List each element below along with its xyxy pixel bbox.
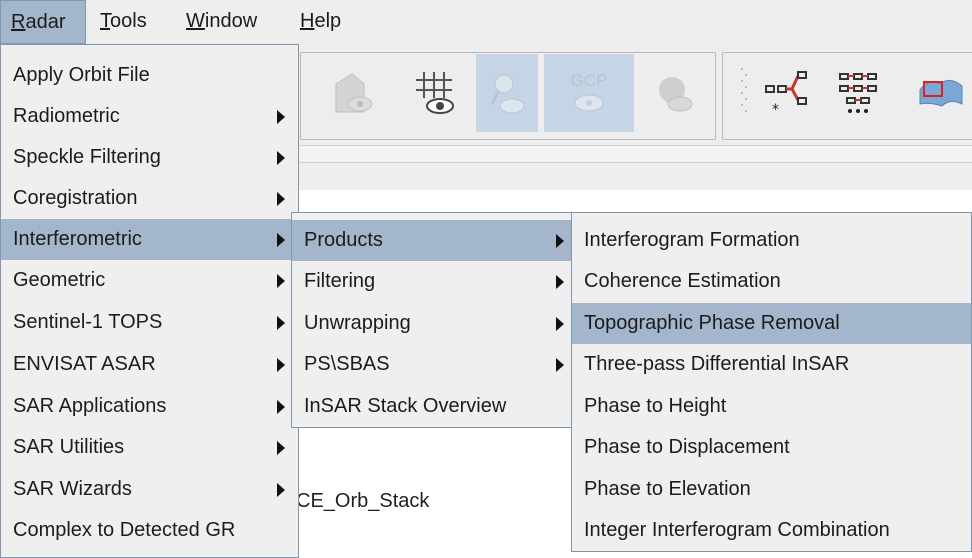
menu-item-integer-interferogram-combination[interactable]: Integer Interferogram Combination [572, 510, 971, 551]
menu-item-label: Phase to Elevation [584, 478, 751, 500]
submenu-arrow-icon [277, 274, 285, 288]
menu-item-label: InSAR Stack Overview [304, 395, 507, 417]
menu-item-label: Geometric [13, 269, 106, 291]
view-disabled-icon[interactable] [324, 54, 386, 132]
world-map-icon[interactable] [910, 54, 972, 132]
pin-eye-icon[interactable] [476, 54, 538, 132]
menu-help-mnemonic: H [300, 10, 315, 32]
menu-item-label: Interferometric [13, 228, 142, 250]
menu-item-topographic-phase-removal[interactable]: Topographic Phase Removal [572, 303, 971, 344]
menu-item-interferometric[interactable]: Interferometric [1, 219, 298, 260]
menu-item-speckle-filtering[interactable]: Speckle Filtering [1, 137, 298, 178]
menu-item-phase-to-displacement[interactable]: Phase to Displacement [572, 427, 971, 468]
menu-item-coherence-estimation[interactable]: Coherence Estimation [572, 261, 971, 302]
menu-item-label: SAR Applications [13, 395, 167, 417]
menu-radar-mnemonic: R [11, 11, 26, 33]
menu-item-products[interactable]: Products [292, 220, 571, 261]
menu-item-coregistration[interactable]: Coregistration [1, 178, 298, 219]
menu-item-sar-utilities[interactable]: SAR Utilities [1, 427, 298, 468]
submenu-arrow-icon [277, 358, 285, 372]
menu-window-label: indow [204, 10, 258, 32]
menu-window[interactable]: Window [176, 0, 267, 44]
svg-text:*: * [772, 102, 779, 118]
menu-item-label: Products [304, 229, 383, 251]
menu-radar-label: adar [25, 11, 66, 33]
menu-radar[interactable]: Radar [0, 0, 86, 44]
menu-item-label: Filtering [304, 270, 376, 292]
menu-item-phase-to-elevation[interactable]: Phase to Elevation [572, 469, 971, 510]
menu-item-unwrapping[interactable]: Unwrapping [292, 303, 571, 344]
menu-item-complex-to-detected-gr[interactable]: Complex to Detected GR [1, 510, 298, 551]
gcp-label: GCP [570, 71, 608, 90]
submenu-arrow-icon [556, 317, 564, 331]
menu-item-geometric[interactable]: Geometric [1, 260, 298, 301]
menu-tools-label: ools [110, 10, 147, 32]
menu-tools-mnemonic: T [100, 10, 110, 32]
submenu-arrow-icon [556, 275, 564, 289]
menu-item-label: Integer Interferogram Combination [584, 519, 890, 541]
submenu-arrow-icon [277, 483, 285, 497]
menu-item-label: Topographic Phase Removal [584, 312, 840, 334]
menu-item-label: ENVISAT ASAR [13, 353, 156, 375]
menu-item-filtering[interactable]: Filtering [292, 261, 571, 302]
menu-item-label: Coregistration [13, 187, 138, 209]
submenu-arrow-icon [556, 358, 564, 372]
toolbar-grip-icon [730, 54, 758, 132]
radar-menu: Apply Orbit File Radiometric Speckle Fil… [0, 44, 299, 558]
submenu-arrow-icon [277, 151, 285, 165]
menu-item-label: Phase to Displacement [584, 436, 790, 458]
interferometric-menu: Products Filtering Unwrapping PS\SBAS In… [291, 212, 572, 428]
submenu-arrow-icon [556, 234, 564, 248]
menu-item-label: Sentinel-1 TOPS [13, 311, 163, 333]
gcp-eye-icon[interactable]: GCP [544, 54, 634, 132]
submenu-arrow-icon [277, 192, 285, 206]
menu-item-label: PS\SBAS [304, 353, 390, 375]
menu-help[interactable]: Help [290, 0, 351, 44]
menu-item-interferogram-formation[interactable]: Interferogram Formation [572, 220, 971, 261]
menu-item-label: Coherence Estimation [584, 270, 781, 292]
menu-item-label: Apply Orbit File [13, 64, 150, 86]
menu-item-insar-stack-overview[interactable]: InSAR Stack Overview [292, 386, 571, 427]
menu-item-apply-orbit-file[interactable]: Apply Orbit File [1, 55, 298, 96]
menu-item-label: Speckle Filtering [13, 146, 161, 168]
menu-item-label: SAR Wizards [13, 478, 132, 500]
batch-graph-icon[interactable] [828, 54, 890, 132]
graph-builder-icon[interactable]: * [756, 54, 818, 132]
blob-eye-icon[interactable] [644, 54, 706, 132]
menu-item-ps-sbas[interactable]: PS\SBAS [292, 344, 571, 385]
menu-item-sentinel-1-tops[interactable]: Sentinel-1 TOPS [1, 302, 298, 343]
products-menu: Interferogram Formation Coherence Estima… [571, 212, 972, 552]
menu-item-label: Radiometric [13, 105, 120, 127]
menu-item-label: Unwrapping [304, 312, 411, 334]
menu-item-three-pass-differential-insar[interactable]: Three-pass Differential InSAR [572, 344, 971, 385]
menu-item-phase-to-height[interactable]: Phase to Height [572, 386, 971, 427]
grid-eye-icon[interactable] [404, 54, 466, 132]
menu-item-label: Three-pass Differential InSAR [584, 353, 850, 375]
menubar: Radar Tools Window Help [0, 0, 972, 45]
menu-item-envisat-asar[interactable]: ENVISAT ASAR [1, 344, 298, 385]
menu-item-sar-applications[interactable]: SAR Applications [1, 386, 298, 427]
menu-item-label: SAR Utilities [13, 436, 125, 458]
submenu-arrow-icon [277, 316, 285, 330]
menu-item-label: Complex to Detected GR [13, 519, 236, 541]
menu-item-label: Phase to Height [584, 395, 727, 417]
menu-help-label: elp [314, 10, 342, 32]
menu-item-label: Interferogram Formation [584, 229, 800, 251]
background-product-label: CE_Orb_Stack [296, 490, 430, 512]
submenu-arrow-icon [277, 441, 285, 455]
menu-item-sar-wizards[interactable]: SAR Wizards [1, 469, 298, 510]
menu-item-radiometric[interactable]: Radiometric [1, 96, 298, 137]
submenu-arrow-icon [277, 233, 285, 247]
submenu-arrow-icon [277, 400, 285, 414]
menu-tools[interactable]: Tools [90, 0, 157, 44]
submenu-arrow-icon [277, 110, 285, 124]
menu-window-mnemonic: W [186, 10, 205, 32]
